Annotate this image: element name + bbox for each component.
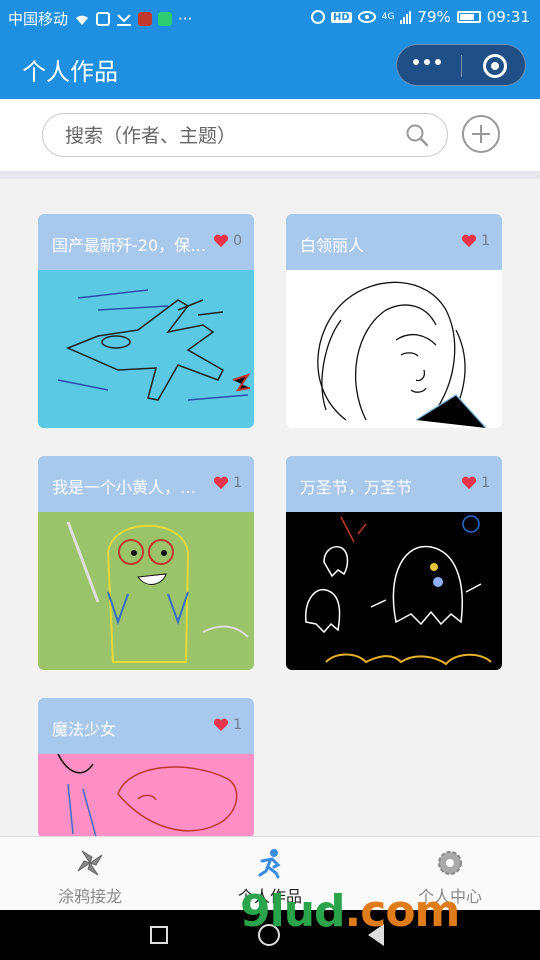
- artwork-card[interactable]: 国产最新歼-20，保… 0: [38, 214, 254, 428]
- clock: 09:31: [486, 8, 530, 26]
- watermark: 9lud.com: [240, 886, 460, 937]
- like-count[interactable]: 1: [213, 475, 242, 491]
- like-count-value: 1: [481, 475, 490, 491]
- nav-bar: 个人作品: [0, 34, 540, 99]
- battery-icon: [456, 11, 481, 23]
- recent-apps-button[interactable]: [150, 926, 168, 944]
- like-count-value: 1: [233, 717, 242, 733]
- search-area: [0, 99, 540, 172]
- battery-percent: 79%: [417, 8, 451, 26]
- card-header: 万圣节，万圣节 1: [286, 456, 502, 512]
- search-icon[interactable]: [405, 123, 429, 147]
- more-dot-icon: [435, 59, 441, 65]
- artwork-card[interactable]: 白领丽人 1: [286, 214, 502, 428]
- woman-sketch: [286, 270, 502, 428]
- artwork-card[interactable]: 万圣节，万圣节 1: [286, 456, 502, 670]
- heart-icon: [462, 476, 477, 489]
- heart-icon: [462, 234, 477, 247]
- gear-icon: [438, 851, 462, 875]
- like-count[interactable]: 1: [461, 233, 490, 249]
- pinwheel-icon: [77, 850, 103, 876]
- fighter-jet-doodle: [38, 270, 254, 428]
- page-title: 个人作品: [22, 58, 118, 86]
- artwork-card[interactable]: 我是一个小黄人，… 1: [38, 456, 254, 670]
- hd-icon: HD: [331, 11, 352, 23]
- card-title: 我是一个小黄人，…: [52, 478, 197, 497]
- eye-icon: [357, 11, 376, 23]
- signal-icon: [400, 10, 412, 24]
- card-header: 国产最新歼-20，保… 0: [38, 214, 254, 270]
- network-type: 4G: [381, 12, 395, 22]
- search-box: [42, 113, 448, 157]
- missed-call-icon: [117, 13, 132, 26]
- news-app-icon: [138, 11, 153, 26]
- card-header: 我是一个小黄人，… 1: [38, 456, 254, 512]
- card-title: 白领丽人: [300, 236, 365, 255]
- card-title: 魔法少女: [52, 720, 117, 739]
- like-count-value: 0: [233, 233, 242, 249]
- artwork-card[interactable]: 魔法少女 1: [38, 698, 254, 838]
- more-menu-button[interactable]: [413, 59, 441, 65]
- card-header: 白领丽人 1: [286, 214, 502, 270]
- card-header: 魔法少女 1: [38, 698, 254, 754]
- card-title: 国产最新歼-20，保…: [52, 236, 207, 255]
- heart-icon: [214, 234, 229, 247]
- like-count[interactable]: 0: [213, 233, 242, 249]
- tab-label: 涂鸦接龙: [57, 887, 122, 906]
- app-notification-icon: [96, 11, 111, 26]
- minion-doodle: [38, 512, 254, 670]
- close-mini-program-button[interactable]: [483, 54, 507, 78]
- tab-doodle-relay[interactable]: 涂鸦接龙: [0, 837, 180, 911]
- section-divider: [0, 171, 540, 179]
- heart-icon: [214, 476, 229, 489]
- like-count-value: 1: [233, 475, 242, 491]
- status-bar: 中国移动 ··· HD 4G 79% 09:31: [0, 0, 540, 34]
- card-title: 万圣节，万圣节: [300, 478, 413, 497]
- search-input[interactable]: [63, 120, 387, 152]
- wifi-icon: [76, 15, 89, 25]
- more-dot-icon: [413, 59, 419, 65]
- like-count[interactable]: 1: [213, 717, 242, 733]
- more-notifications-icon: ···: [178, 9, 193, 28]
- mini-program-capsule: [396, 44, 526, 86]
- carrier-label: 中国移动: [8, 10, 69, 28]
- runner-icon: [258, 849, 281, 879]
- ghosts-doodle: [286, 512, 502, 670]
- like-count[interactable]: 1: [461, 475, 490, 491]
- magic-girl-doodle: [38, 754, 254, 838]
- heart-icon: [214, 718, 229, 731]
- video-app-icon: [158, 11, 173, 26]
- like-count-value: 1: [481, 233, 490, 249]
- more-dot-icon: [424, 59, 430, 65]
- alarm-icon: [311, 10, 326, 24]
- capsule-divider: [461, 55, 462, 77]
- add-button[interactable]: [462, 115, 500, 153]
